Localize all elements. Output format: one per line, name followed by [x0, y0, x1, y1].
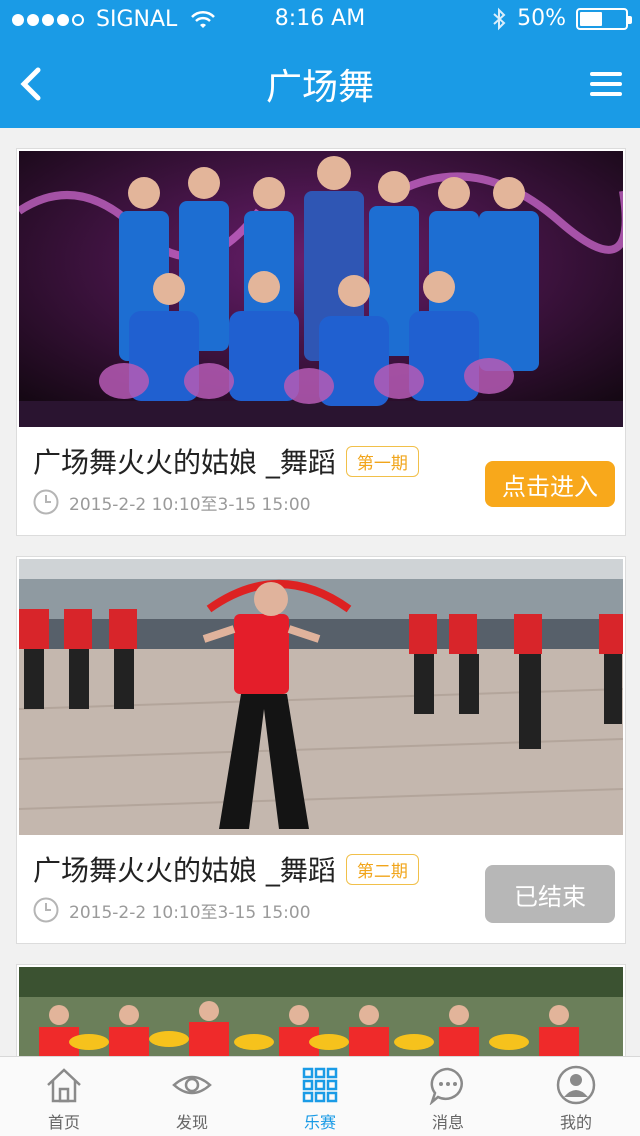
- top-bar: SIGNAL 8:16 AM 50% 广场舞: [0, 0, 640, 128]
- event-list: 广场舞火火的姑娘 _舞蹈 第一期 2015-2-2 10:10至3-15 15:…: [0, 128, 640, 1056]
- tab-label: 我的: [559, 1113, 592, 1132]
- issue-badge: 第一期: [345, 445, 419, 477]
- nav-bar: 广场舞: [0, 40, 640, 128]
- battery-percent: 50%: [517, 6, 566, 31]
- event-card[interactable]: 广场舞火火的姑娘 _舞蹈 第一期 2015-2-2 10:10至3-15 15:…: [16, 148, 626, 536]
- user-icon: [556, 1065, 596, 1105]
- event-title-row: 广场舞火火的姑娘 _舞蹈 第二期: [33, 849, 419, 889]
- status-right: 50%: [491, 6, 632, 31]
- event-title: 广场舞火火的姑娘 _舞蹈: [33, 446, 336, 479]
- home-icon: [47, 1068, 81, 1103]
- eye-icon: [172, 1075, 212, 1095]
- tab-discover[interactable]: 发现: [128, 1057, 256, 1136]
- tab-label: 发现: [175, 1113, 208, 1132]
- event-photo: [19, 559, 623, 835]
- event-time: 2015-2-2 10:10至3-15 15:00: [69, 494, 311, 515]
- tab-label: 消息: [431, 1113, 464, 1132]
- chat-icon: [429, 1067, 463, 1105]
- tab-label: 首页: [47, 1113, 80, 1132]
- grid-icon: [302, 1067, 338, 1103]
- bluetooth-icon: [493, 7, 506, 30]
- event-time: 2015-2-2 10:10至3-15 15:00: [69, 902, 311, 923]
- tab-bar: 首页 发现 乐赛 消息 我的: [0, 1056, 640, 1136]
- tab-contest[interactable]: 乐赛: [256, 1057, 384, 1136]
- enter-button[interactable]: 点击进入: [485, 461, 615, 507]
- tab-home[interactable]: 首页: [0, 1057, 128, 1136]
- clock-icon: [33, 897, 59, 923]
- clock-icon: [33, 489, 59, 515]
- event-title-row: 广场舞火火的姑娘 _舞蹈 第一期: [33, 441, 419, 481]
- event-card[interactable]: 广场舞火火的姑娘 _舞蹈 第二期 2015-2-2 10:10至3-15 15:…: [16, 556, 626, 944]
- battery-icon: [576, 7, 632, 30]
- page-title: 广场舞: [265, 67, 374, 108]
- tab-label: 乐赛: [303, 1113, 336, 1132]
- event-time-row: 2015-2-2 10:10至3-15 15:00: [33, 489, 311, 515]
- menu-icon[interactable]: [590, 72, 622, 96]
- tab-messages[interactable]: 消息: [384, 1057, 512, 1136]
- event-photo: [19, 151, 623, 427]
- tab-profile[interactable]: 我的: [512, 1057, 640, 1136]
- event-title: 广场舞火火的姑娘 _舞蹈: [33, 854, 336, 887]
- status-bar: SIGNAL 8:16 AM 50%: [0, 0, 640, 40]
- event-photo: [19, 967, 623, 1056]
- ended-button[interactable]: 已结束: [485, 865, 615, 923]
- event-time-row: 2015-2-2 10:10至3-15 15:00: [33, 897, 311, 923]
- issue-badge: 第二期: [345, 853, 419, 885]
- event-card[interactable]: [16, 964, 626, 1056]
